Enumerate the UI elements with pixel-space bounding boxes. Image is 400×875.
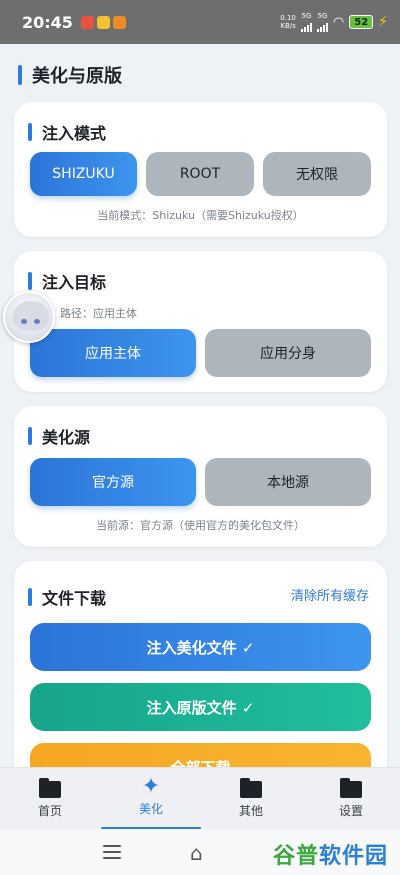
nav-settings[interactable]: 设置 (321, 778, 381, 819)
floating-avatar[interactable] (3, 291, 55, 343)
sparkle-icon: ✦ (141, 774, 161, 799)
system-nav-bar: ⌂ 谷普软件园 (0, 829, 400, 875)
beautify-source-heading: 美化源 (28, 424, 90, 448)
page-title: 美化与原版 (18, 62, 122, 88)
inject-target-card: 注入目标 路径：应用主体 应用主体 应用分身 (14, 251, 387, 392)
status-bar: 20:45 0.10 KB/s 5G 5G ◠ 52 ⚡ (0, 0, 400, 44)
inject-beautify-file-button[interactable]: 注入美化文件 ✓ (30, 623, 371, 671)
title-accent-bar (18, 65, 22, 85)
clear-cache-link[interactable]: 清除所有缓存 (291, 585, 369, 604)
charging-icon: ⚡ (378, 14, 388, 30)
folder-icon (39, 778, 61, 798)
inject-original-file-button[interactable]: 注入原版文件 ✓ (30, 683, 371, 731)
recent-apps-icon[interactable] (103, 845, 121, 863)
nav-home[interactable]: 首页 (20, 778, 80, 819)
watermark-logo: 谷普软件园 (272, 844, 388, 869)
folder-icon (240, 778, 262, 798)
source-hint: 当前源：官方源（使用官方的美化包文件） (96, 519, 305, 532)
battery-icon: 52 (349, 15, 374, 29)
sim1-signal-icon: 5G (300, 12, 312, 32)
mode-shizuku-button[interactable]: SHIZUKU (30, 152, 137, 196)
network-speed: 0.10 KB/s (280, 14, 296, 30)
inject-mode-card: 注入模式 SHIZUKU ROOT 无权限 当前模式：Shizuku（需要Shi… (14, 102, 387, 237)
nav-beautify[interactable]: ✦ 美化 (121, 776, 181, 817)
file-download-heading: 文件下载 (28, 585, 106, 609)
target-path-hint: 路径：应用主体 (60, 307, 137, 320)
status-time: 20:45 (22, 12, 73, 32)
target-main-app-button[interactable]: 应用主体 (30, 329, 196, 377)
app-notification-icon (112, 15, 126, 29)
source-official-button[interactable]: 官方源 (30, 458, 196, 506)
target-clone-app-button[interactable]: 应用分身 (205, 329, 371, 377)
beautify-source-card: 美化源 官方源 本地源 当前源：官方源（使用官方的美化包文件） (14, 406, 387, 547)
app-notification-icon (80, 15, 94, 29)
mode-root-button[interactable]: ROOT (146, 152, 254, 196)
nav-other[interactable]: 其他 (221, 778, 281, 819)
source-local-button[interactable]: 本地源 (205, 458, 371, 506)
sim2-signal-icon: 5G (316, 12, 328, 32)
mode-no-permission-button[interactable]: 无权限 (263, 152, 371, 196)
inject-mode-heading: 注入模式 (28, 120, 106, 144)
folder-icon (340, 778, 362, 798)
app-notification-icon (96, 15, 110, 29)
inject-target-heading: 注入目标 (28, 269, 106, 293)
mode-hint: 当前模式：Shizuku（需要Shizuku授权） (97, 209, 304, 222)
bottom-nav: 首页 ✦ 美化 其他 设置 (0, 767, 400, 830)
wifi-icon: ◠ (332, 14, 345, 30)
home-icon[interactable]: ⌂ (190, 841, 203, 865)
